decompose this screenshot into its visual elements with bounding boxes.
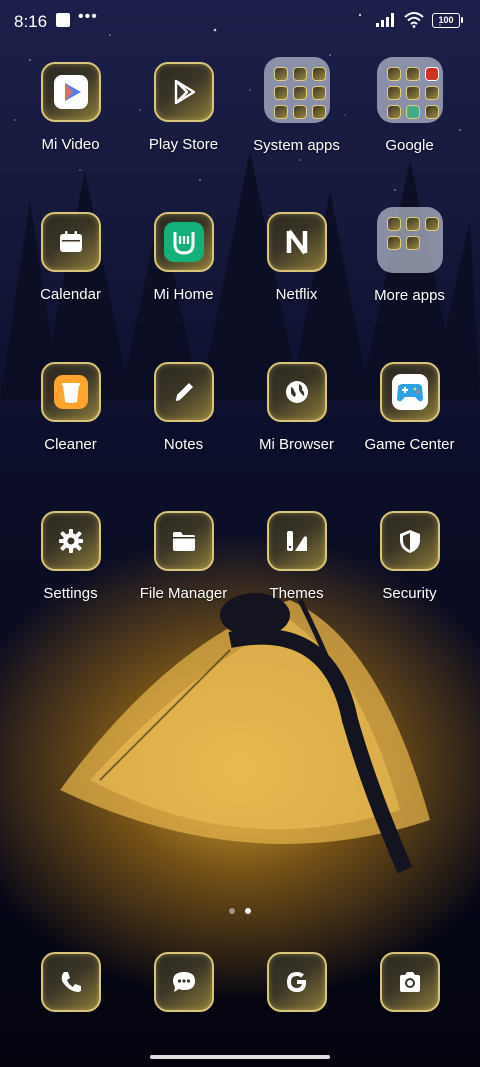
camera-icon [379,952,440,1012]
app-label: Netflix [275,286,318,303]
app-game-center[interactable]: Game Center [353,362,466,453]
folder-file-icon [153,511,214,571]
themes-icon [266,511,327,571]
app-settings[interactable]: Settings [14,511,127,602]
folder-more-apps[interactable]: More apps [353,207,466,304]
status-time: 8:16 [14,12,48,31]
app-label: Game Center [364,436,455,453]
shield-icon [379,511,440,571]
mi-video-icon [40,62,101,122]
message-icon [153,952,214,1012]
app-cleaner[interactable]: Cleaner [14,362,127,453]
app-label: Mi Browser [258,436,334,453]
home-indicator[interactable] [150,1055,330,1059]
app-label: Calendar [40,286,101,303]
page-dot-active[interactable] [245,908,251,914]
battery-level: 100 [438,15,454,25]
folder-icon [376,57,443,123]
more-dots-icon: ••• [78,8,98,25]
app-label: Notes [163,436,204,453]
app-label: Mi Home [153,286,214,303]
app-netflix[interactable]: Netflix [240,212,353,304]
folder-system-apps[interactable]: System apps [240,57,353,154]
status-bar: 8:16 ••• 100 [0,0,480,42]
app-label: More apps [374,287,445,304]
gear-icon [40,511,101,571]
app-label: Security [382,585,437,602]
signal-icon [376,13,394,27]
app-label: File Manager [139,585,228,602]
app-label: Settings [43,585,98,602]
app-calendar[interactable]: Calendar [14,212,127,304]
cleaner-icon [40,362,101,422]
dock-camera[interactable] [353,952,466,1012]
phone-icon [40,952,101,1012]
wifi-icon [404,12,424,28]
globe-icon [266,362,327,422]
app-mi-home[interactable]: Mi Home [127,212,240,304]
play-store-icon [153,62,214,122]
app-themes[interactable]: Themes [240,511,353,602]
app-mi-video[interactable]: Mi Video [14,62,127,154]
tent-illustration [60,593,430,874]
dock-google[interactable] [240,952,353,1012]
app-label: Themes [269,585,324,602]
app-notes[interactable]: Notes [127,362,240,453]
app-label: Google [385,137,434,154]
app-file-manager[interactable]: File Manager [127,511,240,602]
pencil-icon [153,362,214,422]
folder-google[interactable]: Google [353,57,466,154]
dock-messages[interactable] [127,952,240,1012]
app-label: Cleaner [44,436,97,453]
app-label: Play Store [148,136,219,153]
app-label: System apps [253,137,340,154]
google-icon [266,952,327,1012]
status-icons: 100 [376,12,463,28]
battery-icon: 100 [432,12,463,28]
gamepad-icon [379,362,440,422]
app-security[interactable]: Security [353,511,466,602]
app-grid: Mi Video Play Store System apps Google C… [14,57,466,602]
calendar-icon [40,212,101,272]
dock [14,952,466,1012]
folder-icon [263,57,330,123]
app-play-store[interactable]: Play Store [127,62,240,154]
mi-home-icon [153,212,214,272]
notification-square-icon [56,13,70,27]
page-indicator [0,908,480,914]
app-mi-browser[interactable]: Mi Browser [240,362,353,453]
dock-phone[interactable] [14,952,127,1012]
netflix-icon [266,212,327,272]
page-dot[interactable] [229,908,235,914]
app-label: Mi Video [41,136,100,153]
folder-icon [376,207,443,273]
